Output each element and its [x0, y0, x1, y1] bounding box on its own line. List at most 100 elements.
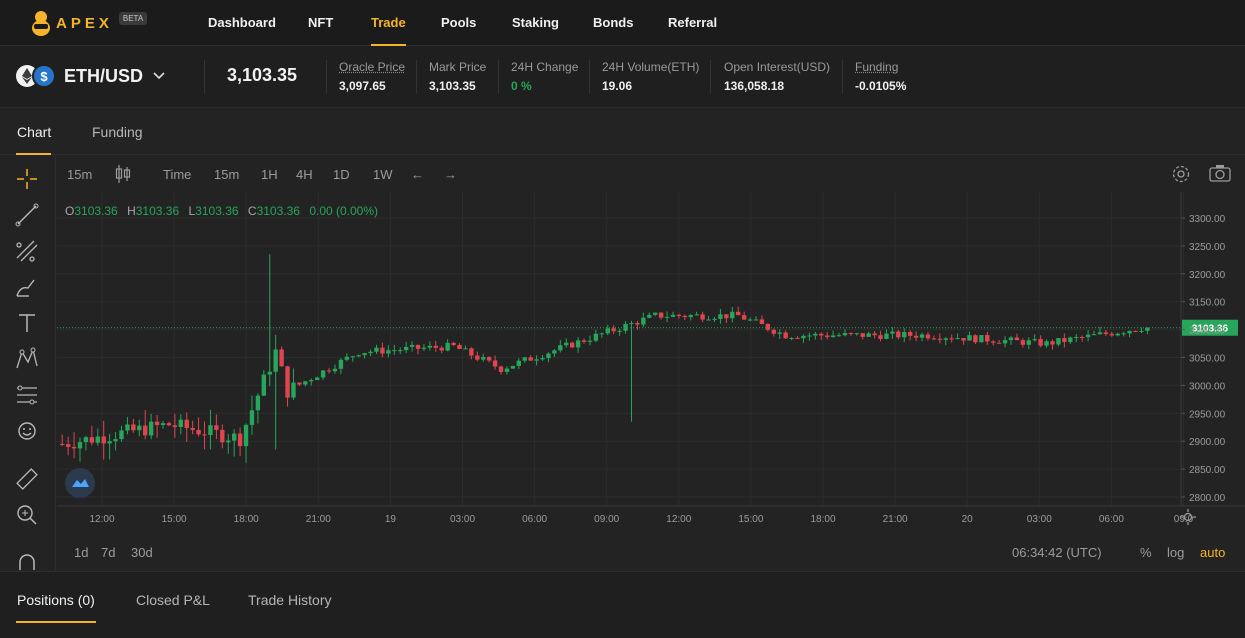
candle-body: [255, 395, 261, 411]
ruler-icon[interactable]: [14, 466, 40, 492]
candle-body: [166, 423, 172, 426]
x-tick-label: 03:00: [450, 514, 475, 525]
divider: [842, 60, 843, 94]
chart-tabs: Chart Funding: [0, 109, 1245, 155]
candle-body: [688, 315, 693, 318]
fib-tool-icon[interactable]: [14, 238, 40, 264]
brush-icon[interactable]: [14, 274, 40, 300]
trend-line-icon[interactable]: [14, 202, 40, 228]
redo-button[interactable]: →: [444, 167, 457, 182]
tab-closed-p-l[interactable]: Closed P&L: [136, 592, 210, 608]
candle-body: [178, 419, 183, 427]
interval-1d[interactable]: 1D: [333, 167, 350, 182]
range-7d[interactable]: 7d: [101, 545, 115, 560]
candle-body: [1014, 337, 1020, 341]
nav-pools[interactable]: Pools: [441, 0, 476, 46]
candle-body: [658, 312, 664, 318]
camera-icon[interactable]: [1209, 164, 1231, 185]
nav-trade[interactable]: Trade: [371, 0, 406, 46]
ohlc-close: 3103.36: [256, 204, 300, 218]
interval-1w[interactable]: 1W: [373, 167, 393, 182]
undo-button[interactable]: ←: [411, 167, 424, 182]
x-tick-label: 19: [385, 514, 397, 525]
auto-toggle[interactable]: auto: [1200, 545, 1225, 560]
candle-body: [1127, 330, 1132, 334]
candle-body: [967, 335, 972, 341]
nav-dashboard[interactable]: Dashboard: [208, 0, 276, 46]
nav-referral[interactable]: Referral: [668, 0, 717, 46]
nav-nft[interactable]: NFT: [308, 0, 333, 46]
candle-body: [237, 433, 243, 447]
candle-body: [973, 335, 978, 343]
svg-text:$: $: [40, 69, 48, 84]
candle-body: [830, 335, 836, 338]
candle-body: [789, 337, 794, 339]
candle-body: [759, 319, 765, 324]
candle-body: [421, 347, 427, 349]
candle-body: [943, 338, 948, 340]
tab-chart[interactable]: Chart: [17, 124, 51, 140]
ohlc-c-label: C: [247, 204, 257, 218]
chevron-down-icon: [153, 69, 165, 83]
pair-selector[interactable]: $ ETH/USD: [16, 64, 165, 88]
ticker-bar: $ ETH/USD 3,103.35 Oracle Price 3,097.65 M…: [0, 46, 1245, 108]
zoom-in-icon[interactable]: [14, 502, 40, 528]
candle-body: [89, 437, 95, 443]
nav-staking[interactable]: Staking: [512, 0, 559, 46]
range-1d[interactable]: 1d: [74, 545, 88, 560]
stat-label[interactable]: Oracle Price: [339, 60, 405, 74]
candle-body: [777, 332, 782, 334]
active-tab-indicator: [16, 153, 51, 155]
candle-body: [949, 338, 954, 340]
candle-body: [996, 342, 1002, 344]
candlestick-chart[interactable]: 3103.36 3300.00 3250.00 3200.00 3150.00 3100…: [57, 192, 1245, 538]
x-tick-label: 15:00: [738, 514, 763, 525]
utc-clock: 06:34:42 (UTC): [1012, 545, 1102, 560]
candle-body: [113, 439, 118, 442]
interval-selector[interactable]: 15m: [67, 167, 92, 182]
candle-body: [309, 380, 314, 382]
y-tick-label: 2950.00: [1189, 409, 1226, 420]
candle-type-icon[interactable]: [115, 164, 131, 187]
range-30d[interactable]: 30d: [131, 545, 153, 560]
interval-15m[interactable]: 15m: [214, 167, 239, 182]
candle-body: [463, 348, 468, 350]
candle-body: [403, 346, 409, 351]
text-tool-icon[interactable]: [14, 310, 40, 336]
apex-logo[interactable]: APEX BETA: [30, 9, 148, 37]
candle-body: [137, 425, 142, 431]
crosshair-icon[interactable]: [14, 166, 40, 192]
y-tick-label: 2800.00: [1189, 493, 1226, 504]
candle-body: [836, 335, 842, 337]
candle-body: [670, 314, 676, 317]
tab-trade-history[interactable]: Trade History: [248, 592, 332, 608]
emoji-icon[interactable]: [14, 418, 40, 444]
candle-body: [220, 429, 225, 443]
tab-funding[interactable]: Funding: [92, 124, 143, 140]
interval-4h[interactable]: 4H: [296, 167, 313, 182]
candle-body: [160, 423, 166, 426]
beta-badge: BETA: [118, 11, 148, 25]
candle-body: [386, 350, 391, 354]
log-toggle[interactable]: log: [1167, 545, 1184, 560]
pattern-tool-icon[interactable]: [14, 346, 40, 372]
candle-body: [824, 335, 830, 338]
percent-toggle[interactable]: %: [1140, 545, 1152, 560]
candle-body: [445, 342, 450, 351]
settings-gear-icon[interactable]: [1171, 164, 1191, 187]
nav-bonds[interactable]: Bonds: [593, 0, 633, 46]
projection-tool-icon[interactable]: [14, 382, 40, 408]
candle-body: [409, 344, 415, 347]
chart-settings-icon[interactable]: [1179, 508, 1197, 531]
interval-1h[interactable]: 1H: [261, 167, 278, 182]
price-chart[interactable]: 3103.36 3300.00 3250.00 3200.00 3150.00 3100…: [57, 192, 1245, 570]
stat-label[interactable]: Funding: [855, 60, 906, 74]
candle-body: [558, 345, 563, 351]
stat-mark-price: Mark Price 3,103.35: [429, 60, 486, 93]
time-button[interactable]: Time: [163, 167, 191, 182]
tab-positions-0[interactable]: Positions (0): [17, 592, 95, 608]
candle-body: [1121, 333, 1126, 335]
apex-chart-badge-icon[interactable]: [65, 468, 95, 498]
candle-body: [979, 335, 984, 343]
candle-body: [143, 425, 148, 436]
